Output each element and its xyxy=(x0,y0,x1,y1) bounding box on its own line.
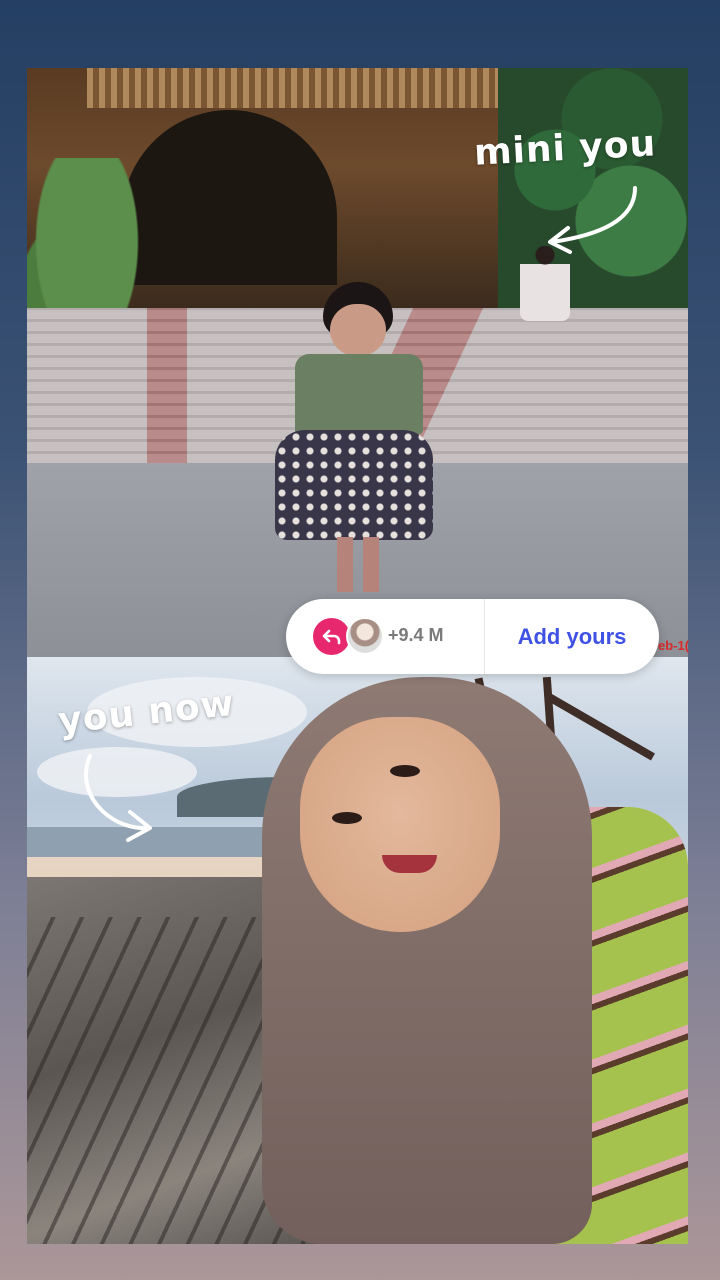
participant-count: +9.4 M xyxy=(388,625,444,645)
photo-date-stamp: eb-1( xyxy=(658,638,690,653)
reply-arrow-icon xyxy=(313,618,350,655)
curved-arrow-icon xyxy=(548,186,637,254)
selfie-photo xyxy=(27,657,688,1244)
participant-avatar xyxy=(346,617,384,655)
face xyxy=(300,717,500,932)
child-figure xyxy=(275,282,435,592)
add-yours-button[interactable]: Add yours xyxy=(485,599,659,674)
add-yours-sticker[interactable]: +9.4 M Add yours xyxy=(286,599,659,674)
curved-arrow-icon xyxy=(83,754,152,842)
